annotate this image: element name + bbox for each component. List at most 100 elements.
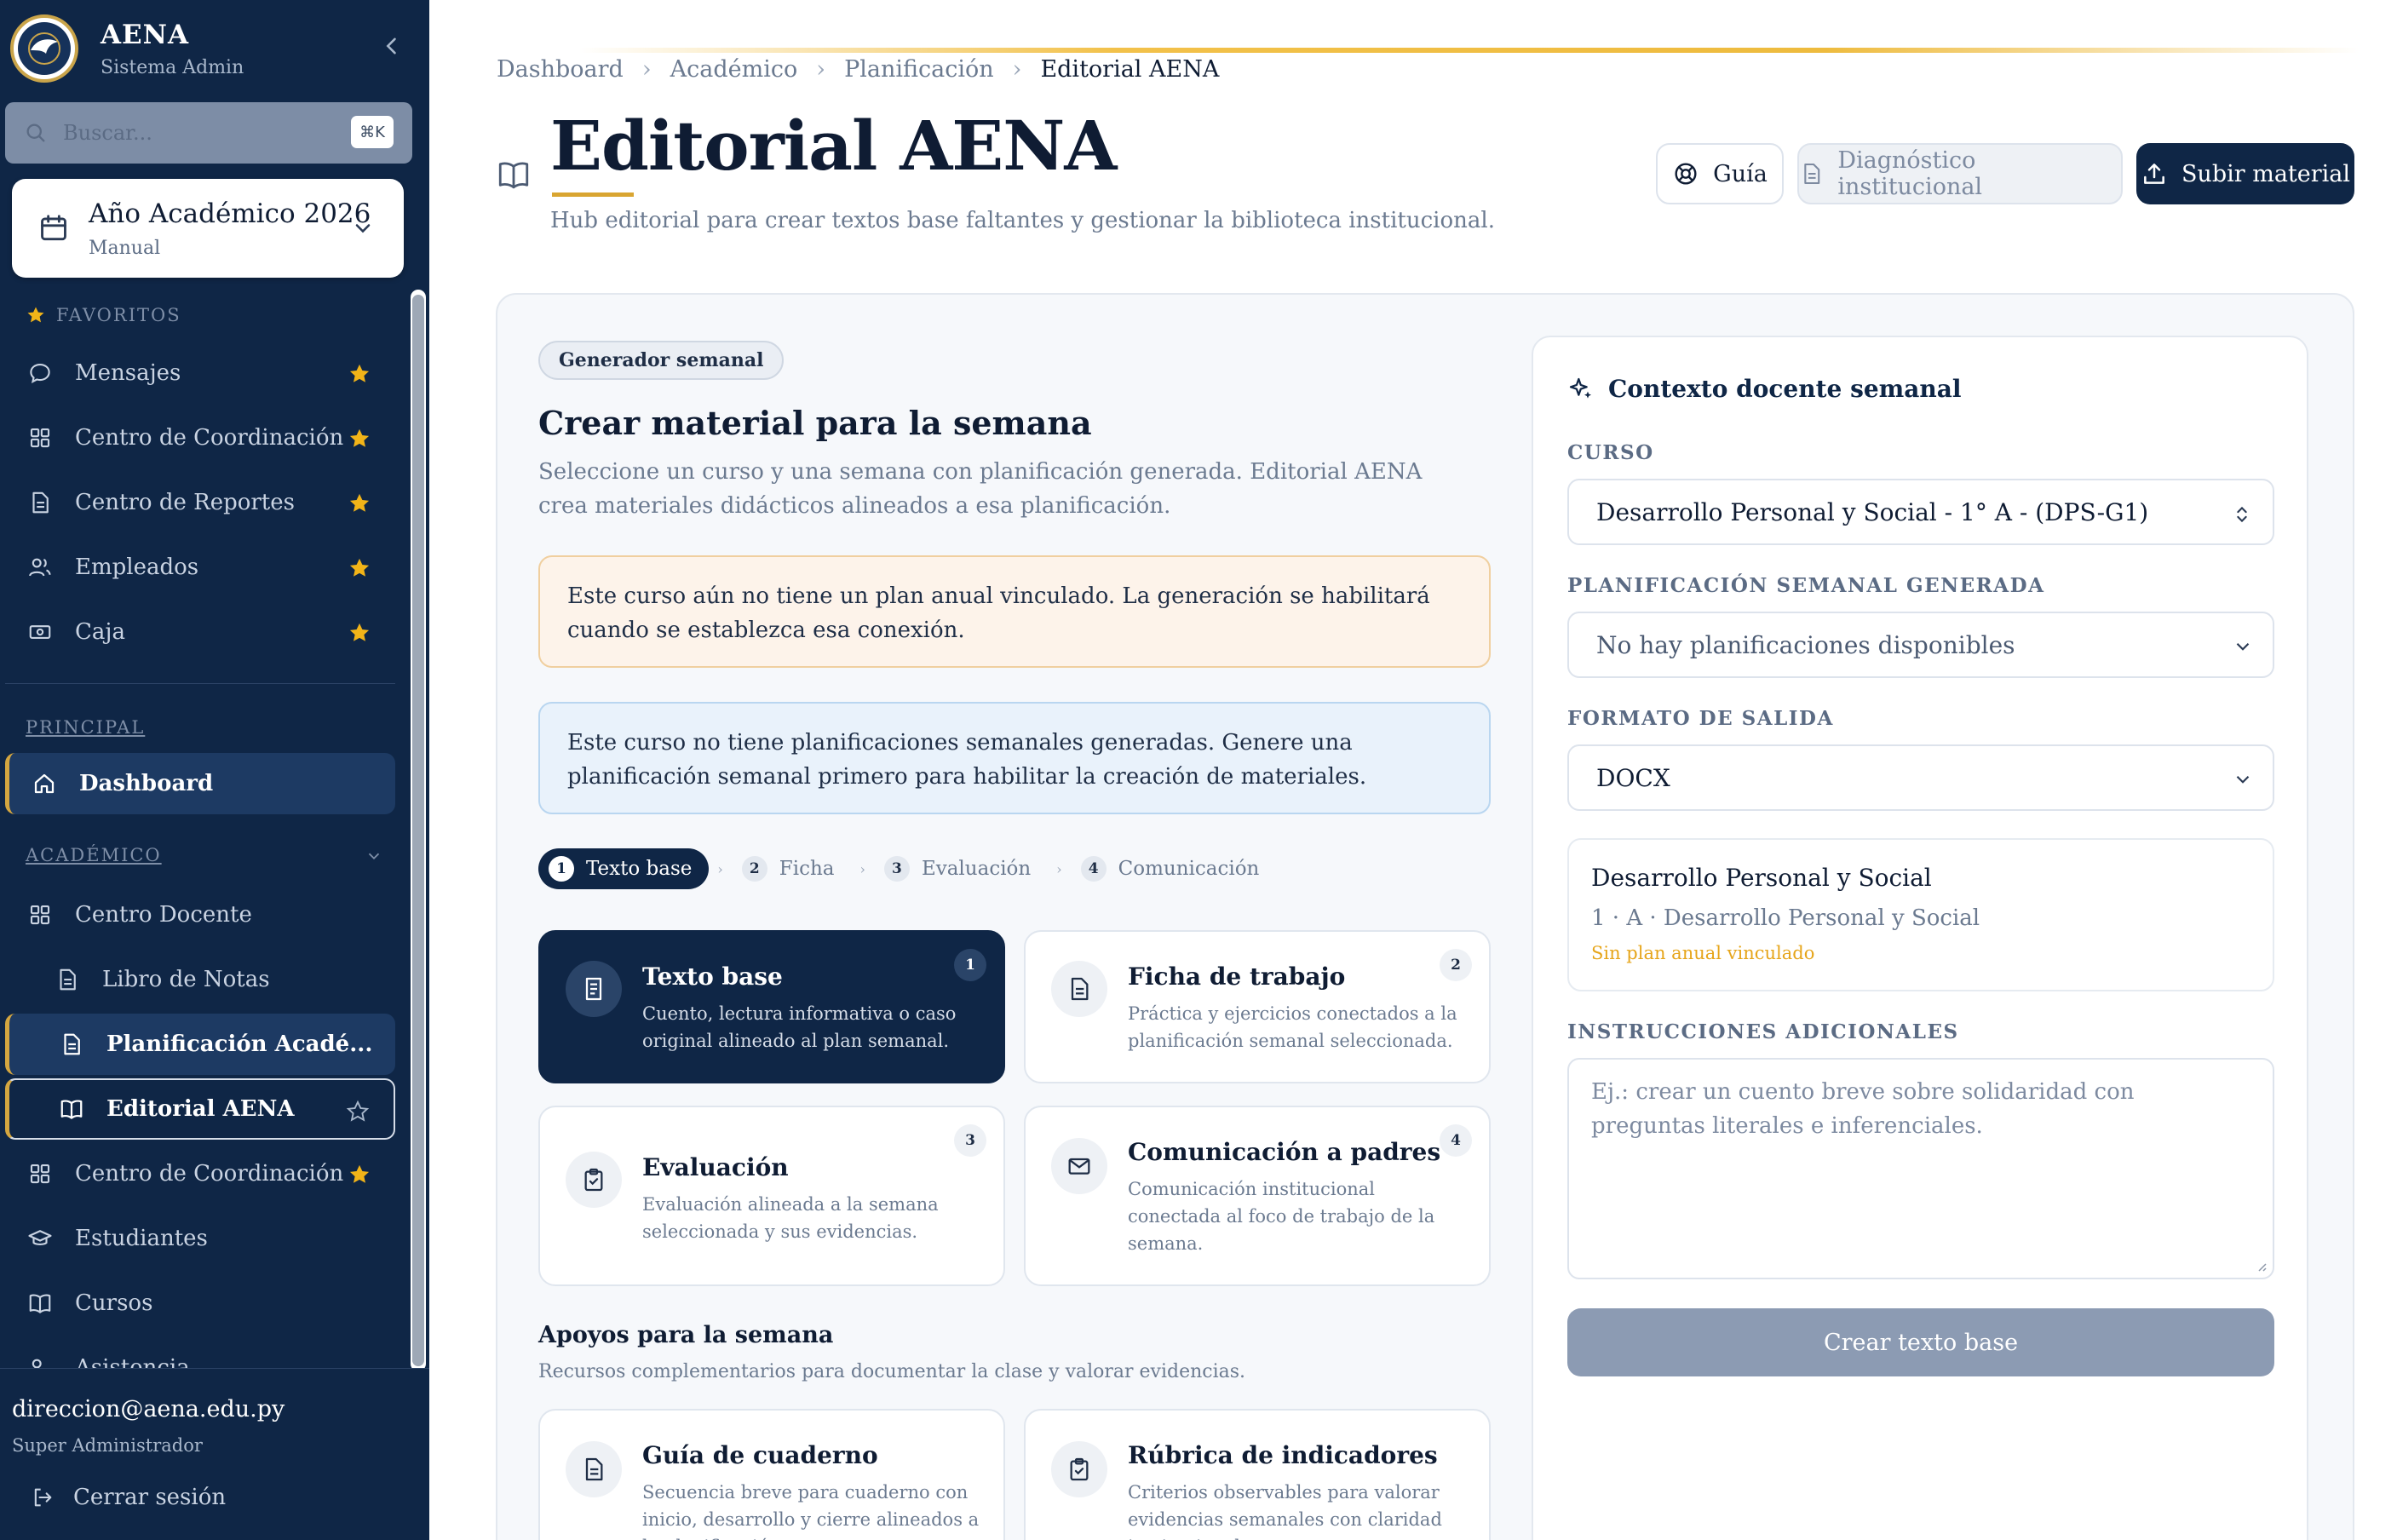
sidebar-item-label: Editorial AENA [106, 1096, 295, 1122]
card-title: Comunicación a padres [1128, 1138, 1441, 1166]
sidebar-item-mensajes[interactable]: Mensajes [5, 342, 395, 404]
card-title: Guía de cuaderno [642, 1441, 878, 1469]
step-number: 3 [883, 856, 910, 882]
academic-year-selector[interactable]: Año Académico 2026 Manual [12, 179, 404, 278]
output-format-select[interactable]: DOCX [1567, 744, 2274, 811]
card-guia-cuaderno[interactable]: Guía de cuaderno Secuencia breve para cu… [538, 1409, 1005, 1540]
step-ficha[interactable]: 2 Ficha [732, 848, 852, 889]
create-base-text-button[interactable]: Crear texto base [1567, 1308, 2274, 1376]
sidebar-item-editorial-aena[interactable]: Editorial AENA [5, 1078, 395, 1140]
star-icon[interactable] [348, 556, 371, 580]
sidebar-item-caja[interactable]: Caja [5, 601, 395, 663]
logout-label: Cerrar sesión [73, 1485, 227, 1510]
user-role: Super Administrador [12, 1435, 203, 1456]
resize-handle-icon[interactable] [2254, 1259, 2268, 1273]
diagnostic-label: Diagnóstico institucional [1837, 147, 1983, 200]
sidebar-item-centro-reportes[interactable]: Centro de Reportes [5, 472, 395, 533]
sidebar-item-label: Centro de Coordinación [75, 425, 344, 451]
sidebar-item-label: Centro de Reportes [75, 490, 295, 515]
sidebar-item-label: Empleados [75, 555, 199, 580]
chevron-down-icon [368, 853, 380, 860]
document-icon [32, 491, 49, 514]
card-description: Práctica y ejercicios conectados a la pl… [1128, 1003, 1457, 1051]
guide-button[interactable]: Guía [1656, 143, 1784, 204]
collapse-sidebar-icon[interactable] [380, 34, 404, 58]
calendar-icon [41, 215, 66, 241]
sidebar-item-label: Dashboard [79, 771, 214, 796]
context-title: Contexto docente semanal [1567, 375, 1962, 403]
sidebar-scrollbar-thumb[interactable] [412, 295, 424, 1366]
card-evaluacion[interactable]: Evaluación Evaluación alineada a la sema… [538, 1106, 1005, 1286]
card-rubrica-indicadores[interactable]: Rúbrica de indicadores Criterios observa… [1024, 1409, 1491, 1540]
breadcrumb-item[interactable]: Académico [670, 56, 798, 83]
chevron-right-icon: › [859, 860, 865, 877]
course-select[interactable]: Desarrollo Personal y Social - 1° A - (D… [1567, 479, 2274, 545]
breadcrumb: Dashboard › Académico › Planificación › … [497, 56, 1219, 83]
star-icon[interactable] [348, 362, 371, 386]
instructions-textarea[interactable]: Ej.: crear un cuento breve sobre solidar… [1567, 1058, 2274, 1279]
clipboard-check-icon [566, 1152, 622, 1208]
star-icon[interactable] [348, 491, 371, 515]
sidebar-item-centro-coordinacion-2[interactable]: Centro de Coordinación [5, 1143, 395, 1204]
card-description: Criterios observables para valorar evide… [1128, 1482, 1442, 1540]
generator-badge: Generador semanal [538, 341, 785, 380]
breadcrumb-item[interactable]: Dashboard [497, 56, 624, 83]
sidebar-header: AENA Sistema Admin [10, 12, 419, 85]
star-outline-icon[interactable] [346, 1100, 370, 1123]
output-format-value: DOCX [1596, 763, 1670, 792]
weekly-plan-label: PLANIFICACIÓN SEMANAL GENERADA [1567, 574, 2045, 597]
summary-status: Sin plan anual vinculado [1591, 943, 1815, 963]
guide-label: Guía [1713, 160, 1768, 187]
aena-logo [10, 14, 78, 83]
sidebar-item-empleados[interactable]: Empleados [5, 537, 395, 598]
card-description: Evaluación alineada a la semana seleccio… [642, 1194, 939, 1242]
step-evaluacion[interactable]: 3 Evaluación [874, 848, 1048, 889]
step-comunicacion[interactable]: 4 Comunicación [1071, 848, 1277, 889]
chevron-down-icon [351, 216, 375, 240]
star-icon[interactable] [348, 621, 371, 645]
sidebar-item-label: Cursos [75, 1290, 153, 1316]
page-subtitle: Hub editorial para crear textos base fal… [550, 208, 1495, 233]
star-icon [27, 307, 44, 323]
material-steps: 1 Texto base › 2 Ficha › 3 Evaluación › … [538, 848, 1276, 889]
step-label: Evaluación [921, 858, 1032, 880]
upload-material-button[interactable]: Subir material [2136, 143, 2354, 204]
supports-description: Recursos complementarios para documentar… [538, 1361, 1246, 1382]
document-icon [566, 961, 622, 1017]
generator-description: Seleccione un curso y una semana con pla… [538, 459, 1423, 519]
star-icon[interactable] [348, 427, 371, 451]
step-label: Ficha [779, 858, 835, 880]
upload-icon [2144, 164, 2164, 184]
sidebar-divider [5, 683, 395, 684]
step-texto-base[interactable]: 1 Texto base [538, 848, 710, 889]
search-input[interactable]: Buscar... ⌘K [5, 102, 412, 164]
diagnostic-button[interactable]: Diagnóstico institucional [1797, 143, 2123, 204]
sidebar-item-estudiantes[interactable]: Estudiantes [5, 1208, 395, 1269]
sidebar-item-libro-notas[interactable]: Libro de Notas [5, 949, 395, 1010]
weekly-plan-select[interactable]: No hay planificaciones disponibles [1567, 612, 2274, 678]
summary-subject: Desarrollo Personal y Social [1591, 864, 1932, 892]
breadcrumb-item[interactable]: Planificación [844, 56, 994, 83]
step-label: Comunicación [1118, 858, 1260, 880]
card-texto-base[interactable]: Texto base Cuento, lectura informativa o… [538, 930, 1005, 1083]
summary-detail: 1 · A · Desarrollo Personal y Social [1591, 905, 1980, 931]
chevron-down-icon [2236, 775, 2250, 784]
sidebar-item-dashboard[interactable]: Dashboard [5, 753, 395, 814]
card-comunicacion-padres[interactable]: Comunicación a padres Comunicación insti… [1024, 1106, 1491, 1286]
sidebar-item-centro-coordinacion[interactable]: Centro de Coordinación [5, 407, 395, 468]
users-icon [29, 558, 51, 577]
warning-alert: Este curso aún no tiene un plan anual vi… [538, 555, 1491, 668]
star-icon[interactable] [348, 1163, 371, 1187]
logout-button[interactable]: Cerrar sesión [31, 1485, 226, 1510]
sidebar-item-centro-docente[interactable]: Centro Docente [5, 884, 395, 945]
chevron-down-icon [2236, 642, 2250, 651]
academico-section-label[interactable]: ACADÉMICO [26, 845, 383, 865]
home-icon [34, 773, 55, 794]
step-number: 4 [1080, 856, 1107, 882]
sidebar-item-cursos[interactable]: Cursos [5, 1273, 395, 1334]
sidebar-item-planificacion[interactable]: Planificación Acadé... [5, 1014, 395, 1075]
card-ficha-trabajo[interactable]: Ficha de trabajo Práctica y ejercicios c… [1024, 930, 1491, 1083]
chevron-right-icon: › [641, 56, 652, 83]
supports-title: Apoyos para la semana [538, 1322, 834, 1348]
instructions-placeholder: Ej.: crear un cuento breve sobre solidar… [1591, 1079, 2135, 1139]
